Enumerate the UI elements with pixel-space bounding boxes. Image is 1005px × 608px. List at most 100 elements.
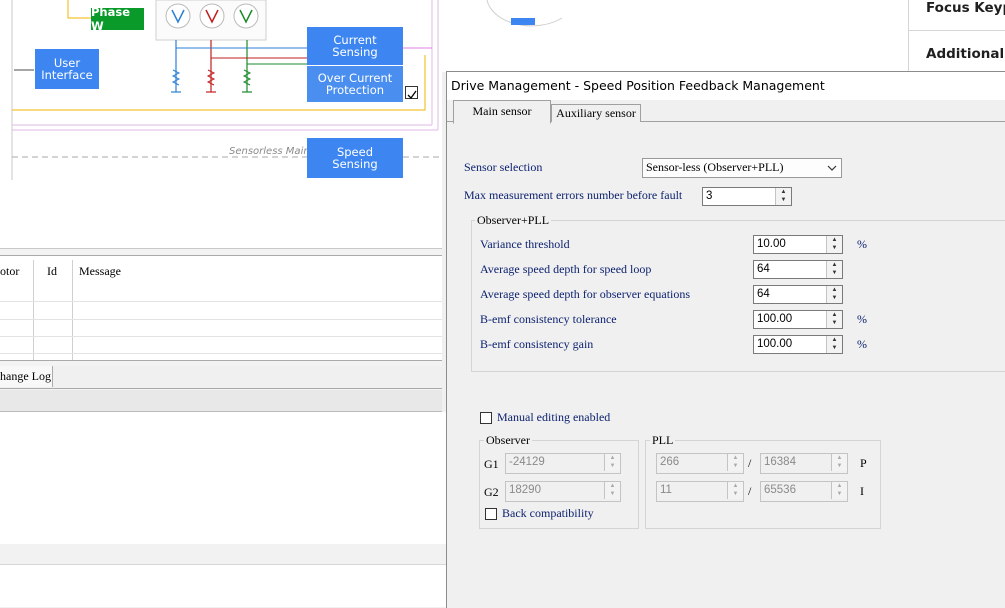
up-arrow-icon[interactable]: ▲ <box>728 482 743 490</box>
sensor-selection-label: Sensor selection <box>464 160 543 174</box>
column-header-message[interactable]: Message <box>79 264 121 279</box>
variance-threshold-value: 10.00 <box>757 238 786 250</box>
bemf-gain-spinbox[interactable]: 100.00 ▲ ▼ <box>753 335 843 354</box>
max-errors-label: Max measurement errors number before fau… <box>464 188 683 202</box>
variance-threshold-label: Variance threshold <box>480 237 570 251</box>
back-compatibility-label[interactable]: Back compatibility <box>502 506 594 521</box>
phase-w-block[interactable]: Phase W <box>91 5 144 33</box>
check-icon <box>407 90 417 100</box>
tab-main-sensor[interactable]: Main sensor <box>453 100 551 124</box>
down-arrow-icon[interactable]: ▼ <box>832 462 847 470</box>
current-sensing-block[interactable]: Current Sensing <box>307 27 403 65</box>
down-arrow-icon[interactable]: ▼ <box>827 319 842 327</box>
up-arrow-icon[interactable]: ▲ <box>827 311 842 319</box>
spin-arrows[interactable]: ▲ ▼ <box>775 188 791 205</box>
log-statusbar <box>0 390 442 412</box>
pll-p-denominator-value: 16384 <box>764 456 796 468</box>
spin-arrows[interactable]: ▲ ▼ <box>826 311 842 328</box>
back-compatibility-checkbox[interactable] <box>485 508 497 520</box>
variance-threshold-unit: % <box>857 237 867 251</box>
down-arrow-icon[interactable]: ▼ <box>827 344 842 352</box>
down-arrow-icon[interactable]: ▼ <box>827 269 842 277</box>
max-errors-spinbox[interactable]: 3 ▲ ▼ <box>702 187 792 206</box>
up-arrow-icon[interactable]: ▲ <box>827 261 842 269</box>
sensor-selection-value: Sensor-less (Observer+PLL) <box>646 160 784 174</box>
log-table: otor Id Message <box>0 255 442 361</box>
spin-arrows[interactable]: ▲ ▼ <box>727 482 743 499</box>
spin-arrows[interactable]: ▲ ▼ <box>826 236 842 253</box>
bemf-tolerance-spinbox[interactable]: 100.00 ▲ ▼ <box>753 310 843 329</box>
pll-p-numerator-value: 266 <box>660 456 680 468</box>
speed-sensing-block[interactable]: Speed Sensing <box>307 138 403 178</box>
bemf-tolerance-unit: % <box>857 312 867 326</box>
column-header-id[interactable]: Id <box>47 264 57 279</box>
up-arrow-icon[interactable]: ▲ <box>605 454 620 462</box>
up-arrow-icon[interactable]: ▲ <box>832 482 847 490</box>
up-arrow-icon[interactable]: ▲ <box>827 286 842 294</box>
chevron-down-icon <box>827 165 837 171</box>
g2-spinbox[interactable]: 18290 ▲ ▼ <box>505 481 621 502</box>
sensor-selection-dropdown[interactable]: Sensor-less (Observer+PLL) <box>642 158 842 178</box>
avg-speed-depth-observer-label: Average speed depth for observer equatio… <box>480 287 691 301</box>
manual-editing-checkbox[interactable] <box>480 412 492 424</box>
down-arrow-icon[interactable]: ▼ <box>832 490 847 498</box>
pll-p-numerator-spinbox[interactable]: 266 ▲ ▼ <box>656 453 744 474</box>
variance-threshold-spinbox[interactable]: 10.00 ▲ ▼ <box>753 235 843 254</box>
up-arrow-icon[interactable]: ▲ <box>728 454 743 462</box>
up-arrow-icon[interactable]: ▲ <box>776 188 791 196</box>
down-arrow-icon[interactable]: ▼ <box>605 462 620 470</box>
down-arrow-icon[interactable]: ▼ <box>776 196 791 204</box>
over-current-checkbox[interactable] <box>405 86 418 100</box>
down-arrow-icon[interactable]: ▼ <box>827 244 842 252</box>
tab-change-log[interactable]: hange Log <box>0 366 53 387</box>
avg-speed-depth-observer-spinbox[interactable]: 64 ▲ ▼ <box>753 285 843 304</box>
down-arrow-icon[interactable]: ▼ <box>827 294 842 302</box>
pll-i-label: I <box>860 484 864 498</box>
dialog-title: Drive Management - Speed Position Feedba… <box>447 72 1005 100</box>
spin-arrows[interactable]: ▲ ▼ <box>826 286 842 303</box>
spin-arrows[interactable]: ▲ ▼ <box>604 482 620 499</box>
pll-i-denominator-value: 65536 <box>764 484 796 496</box>
avg-speed-depth-loop-label: Average speed depth for speed loop <box>480 262 652 276</box>
help-item-additional-k[interactable]: Additional K <box>926 46 1005 62</box>
g1-value: -24129 <box>509 456 545 468</box>
down-arrow-icon[interactable]: ▼ <box>728 462 743 470</box>
avg-speed-depth-loop-value: 64 <box>757 263 770 275</box>
up-arrow-icon[interactable]: ▲ <box>827 236 842 244</box>
pll-p-denominator-spinbox[interactable]: 16384 ▲ ▼ <box>760 453 848 474</box>
max-errors-value: 3 <box>706 190 713 202</box>
spin-arrows[interactable]: ▲ ▼ <box>826 261 842 278</box>
pll-group-title: PLL <box>650 433 676 448</box>
down-arrow-icon[interactable]: ▼ <box>728 490 743 498</box>
spin-arrows[interactable]: ▲ ▼ <box>727 454 743 471</box>
up-arrow-icon[interactable]: ▲ <box>832 454 847 462</box>
log-panel: otor Id Message hange Log <box>0 248 442 412</box>
bemf-tolerance-value: 100.00 <box>757 313 793 325</box>
manual-editing-label[interactable]: Manual editing enabled <box>497 410 610 425</box>
down-arrow-icon[interactable]: ▼ <box>605 490 620 498</box>
up-arrow-icon[interactable]: ▲ <box>827 336 842 344</box>
over-current-protection-block[interactable]: Over Current Protection <box>307 66 403 102</box>
pll-i-numerator-spinbox[interactable]: 11 ▲ ▼ <box>656 481 744 502</box>
motor-view <box>442 0 742 72</box>
tab-auxiliary-sensor[interactable]: Auxiliary sensor <box>551 104 641 122</box>
column-header-motor[interactable]: otor <box>0 264 19 279</box>
observer-pll-group-title: Observer+PLL <box>475 213 552 228</box>
spin-arrows[interactable]: ▲ ▼ <box>826 336 842 353</box>
g1-spinbox[interactable]: -24129 ▲ ▼ <box>505 453 621 474</box>
sensorless-main-label: Sensorless Main <box>229 146 310 157</box>
bemf-gain-value: 100.00 <box>757 338 793 350</box>
spin-arrows[interactable]: ▲ ▼ <box>831 454 847 471</box>
pll-i-denominator-spinbox[interactable]: 65536 ▲ ▼ <box>760 481 848 502</box>
user-interface-block[interactable]: User Interface <box>35 49 99 89</box>
bottom-panel <box>0 412 446 607</box>
up-arrow-icon[interactable]: ▲ <box>605 482 620 490</box>
spin-arrows[interactable]: ▲ ▼ <box>831 482 847 499</box>
help-panel: Focus Keyph Additional K <box>742 0 1005 72</box>
spin-arrows[interactable]: ▲ ▼ <box>604 454 620 471</box>
g1-label: G1 <box>484 457 499 471</box>
bemf-gain-label: B-emf consistency gain <box>480 337 594 351</box>
avg-speed-depth-loop-spinbox[interactable]: 64 ▲ ▼ <box>753 260 843 279</box>
avg-speed-depth-observer-value: 64 <box>757 288 770 300</box>
help-item-focus-keyph[interactable]: Focus Keyph <box>926 0 1005 16</box>
